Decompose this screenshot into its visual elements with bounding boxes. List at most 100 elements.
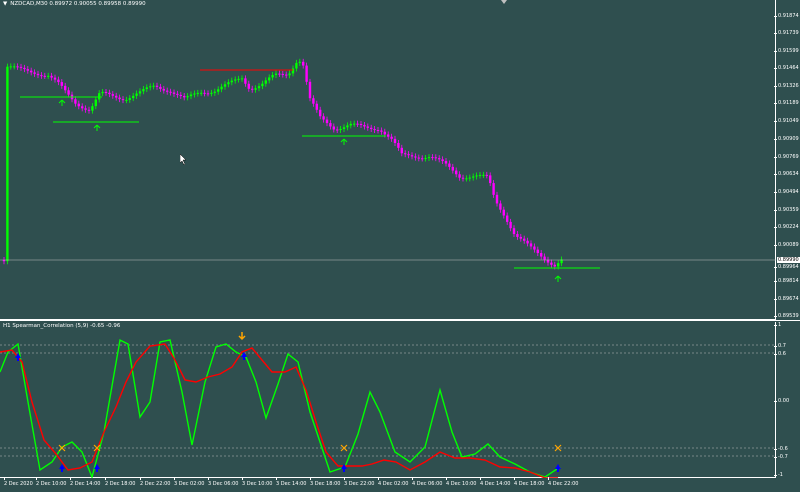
candle-body — [125, 99, 128, 101]
candle-body — [478, 174, 482, 176]
price-label: 0.91874 — [774, 13, 799, 19]
candle-body — [298, 61, 301, 63]
time-label: 2 Dec 2020 — [4, 477, 33, 487]
price-label: 0.89964 — [774, 264, 799, 270]
candle-body — [268, 77, 271, 81]
indicator-level-label: -0.6 — [774, 446, 788, 452]
time-label: 4 Dec 18:00 — [514, 477, 545, 487]
candle-body — [135, 93, 138, 96]
candle-body — [397, 143, 400, 148]
indicator-axis[interactable]: 1 0.7 0.6 0.00 -0.6 -0.7 -1 — [773, 322, 800, 478]
candle-body — [370, 127, 373, 130]
time-label: 3 Dec 22:00 — [344, 477, 375, 487]
candle-body — [509, 221, 512, 229]
candle-body — [468, 177, 471, 179]
indicator-level-label: 0.6 — [774, 351, 786, 357]
time-label: 4 Dec 06:00 — [412, 477, 443, 487]
price-label: 0.91599 — [774, 48, 799, 54]
price-label: 0.90769 — [774, 154, 799, 160]
indicator-level-label: -0.7 — [774, 454, 788, 460]
price-chart-svg[interactable] — [0, 0, 776, 320]
candle-body — [512, 228, 516, 235]
candle-body — [84, 108, 87, 110]
candle-body — [336, 129, 339, 131]
candle-body — [380, 130, 383, 132]
price-label: 0.90634 — [774, 171, 799, 177]
candle-body — [519, 236, 522, 239]
candle-body — [400, 147, 403, 154]
time-label: 2 Dec 10:00 — [36, 477, 67, 487]
candle-body — [271, 74, 274, 78]
candle-body — [492, 183, 495, 195]
candle-body — [47, 75, 50, 77]
time-axis[interactable]: 2 Dec 2020 2 Dec 10:00 2 Dec 14:00 2 Dec… — [0, 477, 776, 492]
candle-body — [431, 157, 434, 159]
candle-body — [251, 88, 254, 90]
candle-body — [206, 93, 210, 95]
candle-body — [217, 89, 220, 92]
indicator-pane[interactable]: H1 Spearman_Correlation (5,9) -0.65 -0.9… — [0, 322, 800, 478]
price-label: 0.90359 — [774, 207, 799, 213]
price-plot-area[interactable] — [0, 0, 776, 320]
candle-body — [502, 209, 505, 216]
candle-body — [176, 93, 179, 95]
candle-body — [121, 99, 125, 101]
candle-body — [111, 94, 114, 96]
price-axis[interactable]: 0.91874 0.91739 0.91599 0.91464 0.91326 … — [774, 0, 800, 320]
candle-body — [373, 129, 376, 131]
candle-body — [118, 97, 121, 100]
candle-body — [427, 157, 431, 159]
candle-body — [339, 128, 342, 131]
candle-body — [98, 93, 101, 100]
candle-body — [465, 178, 468, 180]
candle-body — [237, 78, 240, 80]
candle-body — [356, 123, 359, 125]
candle-body — [77, 103, 80, 107]
candle-body — [155, 85, 159, 87]
time-label: 2 Dec 22:00 — [140, 477, 171, 487]
candle-body — [288, 73, 291, 76]
candle-body — [308, 81, 312, 99]
candle-body — [285, 74, 288, 76]
candle-body — [40, 75, 43, 77]
candle-body — [417, 157, 420, 159]
candle-body — [223, 84, 227, 87]
collapse-triangle-icon[interactable]: ▼ — [3, 1, 7, 7]
time-label: 3 Dec 14:00 — [276, 477, 307, 487]
candle-body — [322, 116, 325, 120]
candle-body — [200, 92, 203, 94]
candle-body — [203, 92, 206, 94]
candle-body — [332, 126, 335, 130]
price-label: 0.91739 — [774, 30, 799, 36]
candle-body — [115, 95, 118, 98]
candle-body — [30, 70, 33, 73]
price-label: 0.91049 — [774, 118, 799, 124]
time-label: 3 Dec 06:00 — [208, 477, 239, 487]
blue-up-arrow-stem — [243, 357, 245, 360]
price-label: 0.90224 — [774, 224, 799, 230]
candle-body — [305, 65, 308, 82]
candle-body — [81, 106, 84, 109]
candle-body — [553, 264, 556, 267]
buy-arrow-icon — [58, 99, 66, 106]
candle-body — [550, 262, 553, 265]
candle-body — [166, 90, 169, 92]
candle-body — [414, 156, 417, 158]
candle-body — [376, 129, 380, 131]
candle-body — [506, 215, 509, 222]
candle-body — [489, 175, 492, 184]
candle-body — [26, 69, 29, 71]
candle-body — [247, 83, 250, 89]
price-chart-pane[interactable]: ▼ NZDCAD,M30 0.89972 0.90055 0.89958 0.89… — [0, 0, 800, 320]
candle-body — [516, 234, 519, 237]
candle-body — [16, 66, 19, 68]
candle-body — [329, 123, 332, 127]
indicator-chart-svg[interactable] — [0, 322, 776, 478]
candle-body — [278, 73, 281, 75]
candle-body — [475, 175, 478, 177]
candle-body — [91, 106, 94, 111]
candle-body — [60, 82, 63, 86]
indicator-title: H1 Spearman_Correlation (5,9) -0.65 -0.9… — [3, 323, 121, 329]
buy-arrow-icon — [93, 124, 101, 131]
indicator-plot-area[interactable] — [0, 322, 776, 478]
